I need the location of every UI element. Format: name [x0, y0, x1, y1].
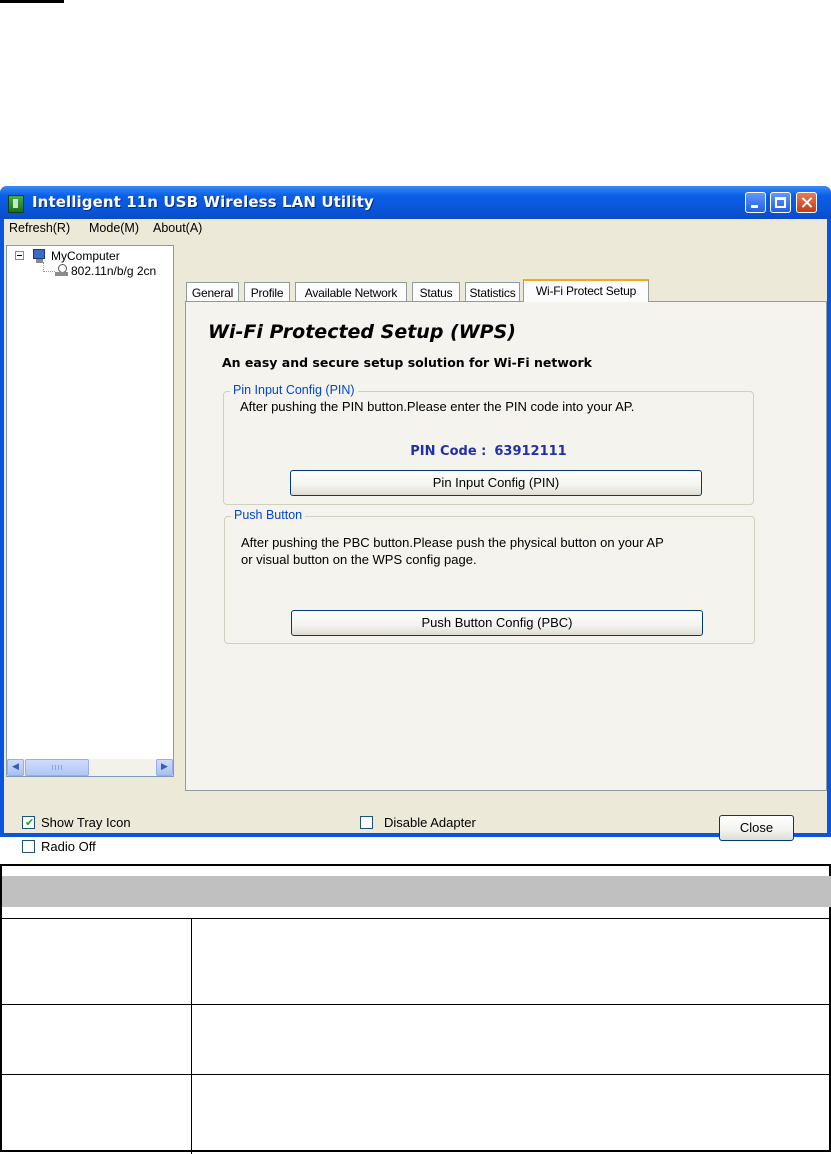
- menu-about[interactable]: About(A): [153, 221, 202, 235]
- close-window-button[interactable]: [796, 192, 817, 213]
- show-tray-icon-label: Show Tray Icon: [41, 815, 131, 830]
- scroll-thumb[interactable]: [25, 759, 89, 776]
- pin-code-display: PIN Code : 63912111: [224, 444, 753, 459]
- table-column-divider: [191, 919, 192, 1154]
- tab-wifi-protect-setup[interactable]: Wi-Fi Protect Setup: [523, 279, 649, 302]
- window-title: Intelligent 11n USB Wireless LAN Utility: [32, 193, 374, 211]
- table-row-rule-1: [2, 1004, 831, 1005]
- close-button[interactable]: Close: [719, 815, 794, 841]
- disable-adapter-checkbox[interactable]: [360, 816, 373, 829]
- scroll-left-arrow-icon[interactable]: ◀: [7, 759, 24, 776]
- pin-code-label: PIN Code :: [410, 444, 487, 459]
- push-button-group: Push Button After pushing the PBC button…: [224, 508, 755, 644]
- computer-icon: [33, 249, 45, 263]
- table-row-rule-2: [2, 1074, 831, 1075]
- push-button-config-button[interactable]: Push Button Config (PBC): [291, 610, 703, 636]
- maximize-button[interactable]: [770, 192, 791, 213]
- wps-subtitle: An easy and secure setup solution for Wi…: [222, 355, 592, 370]
- tab-general[interactable]: General: [186, 282, 239, 302]
- pin-config-group: Pin Input Config (PIN) After pushing the…: [223, 383, 754, 505]
- pbc-description-line1: After pushing the PBC button.Please push…: [241, 535, 664, 550]
- menu-refresh[interactable]: Refresh(R): [9, 221, 70, 235]
- radio-off-checkbox[interactable]: [22, 840, 35, 853]
- menu-mode[interactable]: Mode(M): [89, 221, 139, 235]
- wps-panel: Wi-Fi Protected Setup (WPS) An easy and …: [185, 301, 827, 791]
- app-icon: [8, 195, 24, 213]
- checkmark-icon: ✔: [25, 816, 35, 829]
- page-top-rule: [0, 0, 64, 3]
- collapse-icon[interactable]: [15, 251, 24, 260]
- pbc-description-line2: or visual button on the WPS config page.: [241, 552, 477, 567]
- utility-window: Intelligent 11n USB Wireless LAN Utility…: [0, 186, 831, 854]
- tab-profile[interactable]: Profile: [244, 282, 290, 302]
- tree-item-mycomputer[interactable]: MyComputer: [51, 249, 120, 263]
- window-client-area: Refresh(R) Mode(M) About(A) MyComputer 8…: [4, 219, 827, 854]
- minimize-button[interactable]: [745, 192, 766, 213]
- tab-statistics[interactable]: Statistics: [465, 282, 520, 302]
- tree-horizontal-scrollbar[interactable]: ◀ ▶: [7, 759, 173, 776]
- tree-item-adapter[interactable]: 802.11n/b/g 2cn: [71, 264, 171, 278]
- title-bar[interactable]: Intelligent 11n USB Wireless LAN Utility: [0, 186, 831, 219]
- adapter-tree[interactable]: MyComputer 802.11n/b/g 2cn ◀ ▶: [6, 245, 174, 777]
- show-tray-icon-checkbox[interactable]: ✔: [22, 816, 35, 829]
- radio-off-label: Radio Off: [41, 839, 96, 854]
- pin-group-legend: Pin Input Config (PIN): [230, 383, 358, 397]
- disable-adapter-label: Disable Adapter: [384, 815, 476, 830]
- tab-available-network[interactable]: Available Network: [295, 282, 407, 302]
- pin-description: After pushing the PIN button.Please ente…: [240, 399, 635, 414]
- table-header-rule: [2, 918, 831, 919]
- wps-title: Wi-Fi Protected Setup (WPS): [208, 321, 516, 343]
- scroll-right-arrow-icon[interactable]: ▶: [156, 759, 173, 776]
- tab-status[interactable]: Status: [412, 282, 460, 302]
- pin-input-config-button[interactable]: Pin Input Config (PIN): [290, 470, 702, 496]
- wireless-adapter-icon: [55, 264, 69, 276]
- table-header-band: [2, 876, 831, 907]
- pbc-group-legend: Push Button: [231, 508, 306, 522]
- menu-bar: Refresh(R) Mode(M) About(A): [4, 219, 827, 238]
- parameter-table: [0, 864, 831, 1154]
- pin-code-value: 63912111: [494, 444, 567, 459]
